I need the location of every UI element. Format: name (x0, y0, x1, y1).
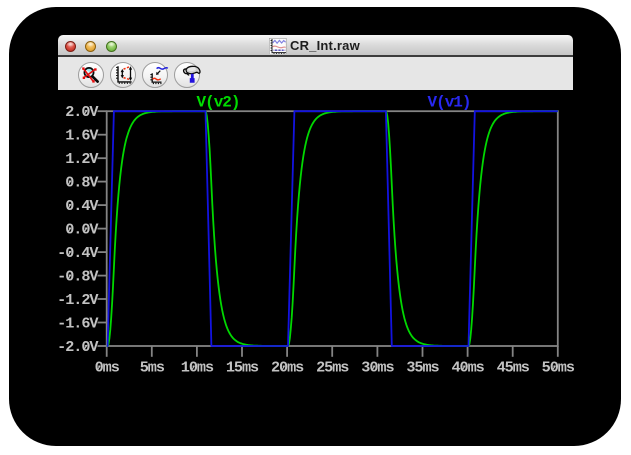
svg-text:-0.4V: -0.4V (57, 244, 99, 262)
svg-text:15ms: 15ms (226, 359, 259, 377)
svg-text:25ms: 25ms (316, 359, 349, 377)
svg-text:0.8V: 0.8V (65, 174, 99, 192)
svg-text:0.4V: 0.4V (65, 197, 99, 215)
svg-text:30ms: 30ms (361, 359, 394, 377)
svg-text:35ms: 35ms (406, 359, 439, 377)
svg-text:V(v1): V(v1) (427, 94, 470, 112)
svg-text:1.6V: 1.6V (65, 127, 99, 145)
svg-text:-0.8V: -0.8V (57, 268, 99, 286)
svg-text:10ms: 10ms (181, 359, 214, 377)
svg-text:2.0V: 2.0V (65, 103, 99, 121)
svg-text:-1.6V: -1.6V (57, 314, 99, 332)
svg-text:50ms: 50ms (542, 359, 575, 377)
svg-text:-2.0V: -2.0V (57, 338, 99, 356)
svg-text:20ms: 20ms (271, 359, 304, 377)
svg-text:40ms: 40ms (451, 359, 484, 377)
svg-text:1.2V: 1.2V (65, 150, 99, 168)
svg-text:0.0V: 0.0V (65, 221, 99, 239)
svg-text:5ms: 5ms (140, 359, 165, 377)
svg-text:V(v2): V(v2) (196, 94, 239, 112)
svg-text:45ms: 45ms (497, 359, 530, 377)
svg-text:-1.2V: -1.2V (57, 291, 99, 309)
